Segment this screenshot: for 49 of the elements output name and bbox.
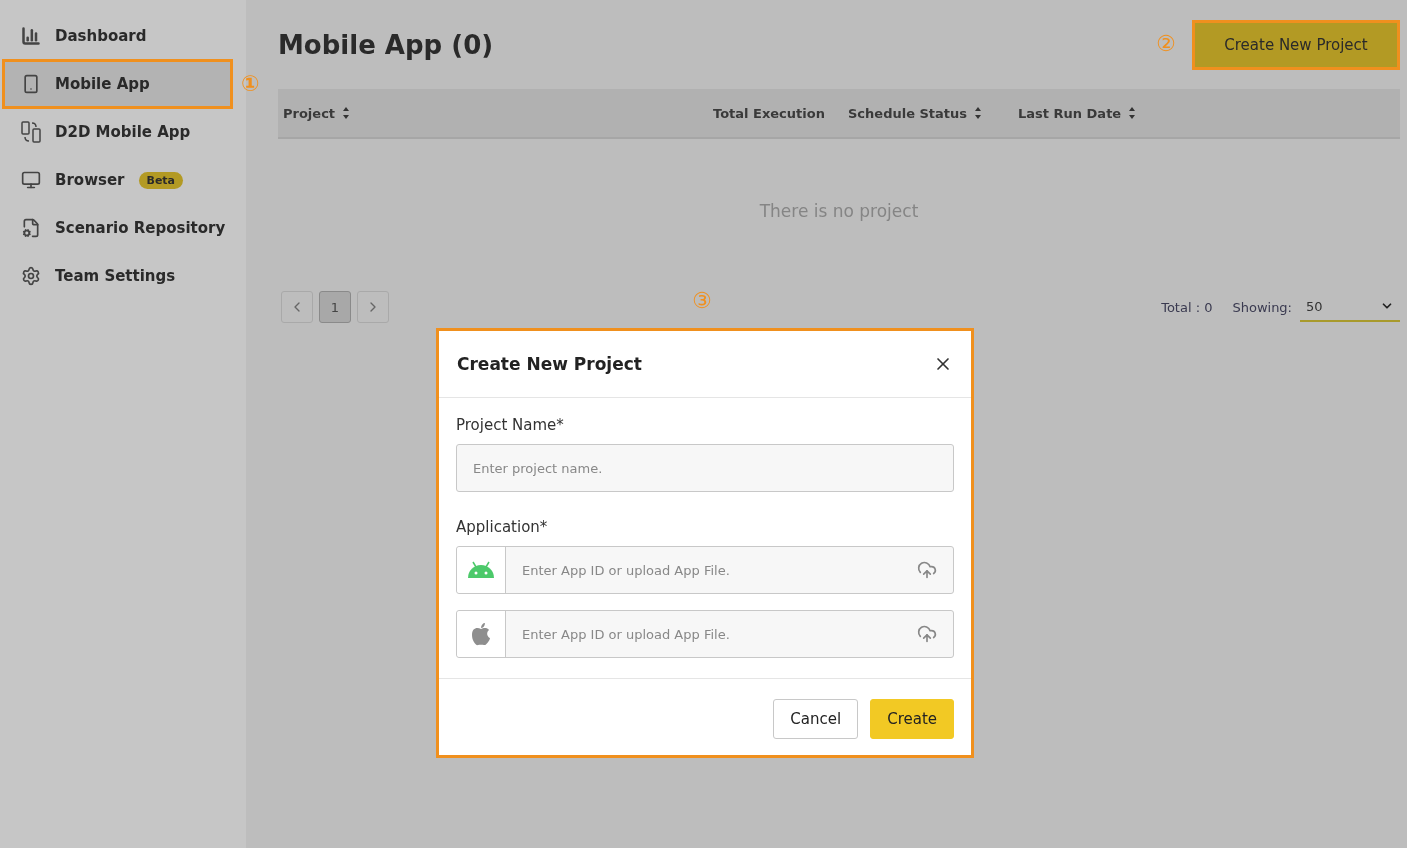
empty-message: There is no project: [758, 201, 920, 221]
sidebar-item[interactable]: Browser Beta: [3, 156, 232, 204]
column-header[interactable]: Total Execution: [713, 105, 825, 121]
sidebar-item-label: D2D Mobile App: [55, 123, 191, 141]
page-button[interactable]: 1: [319, 291, 351, 323]
monitor-icon: [21, 170, 41, 190]
sidebar-item-label: Dashboard: [55, 27, 147, 45]
annotation-marker: ②: [1156, 33, 1176, 55]
beta-badge: Beta: [138, 171, 184, 189]
app-file-field[interactable]: Enter App ID or upload App File.: [456, 610, 954, 658]
showing-label: Showing:: [1232, 299, 1292, 315]
sort-icon[interactable]: [1129, 107, 1136, 119]
sidebar-item-label: Team Settings: [55, 267, 176, 285]
annotation-marker: ①: [241, 73, 260, 95]
phone-icon: [21, 74, 41, 94]
create-button[interactable]: Create: [870, 699, 954, 739]
page-title: Mobile App (0): [278, 30, 494, 60]
settings-icon: [21, 266, 41, 286]
sidebar-item-label: Browser: [55, 171, 125, 189]
sidebar-item[interactable]: D2D Mobile App: [3, 108, 232, 156]
total-count: Total : 0: [1161, 299, 1213, 315]
cancel-button[interactable]: Cancel: [773, 699, 859, 739]
app-file-field[interactable]: Enter App ID or upload App File.: [456, 546, 954, 594]
sidebar-item[interactable]: Dashboard: [3, 12, 232, 60]
dialog-title: Create New Project: [457, 354, 642, 374]
app-id-field[interactable]: Enter App ID or upload App File.: [506, 562, 917, 578]
apple-icon: [471, 622, 491, 646]
column-header[interactable]: Project: [283, 105, 336, 121]
field-label: Project Name*: [456, 416, 565, 434]
two-phones-icon: [21, 121, 41, 143]
sort-icon[interactable]: [343, 107, 350, 119]
sort-icon[interactable]: [975, 107, 982, 119]
sidebar-item-label: Scenario Repository: [55, 219, 226, 237]
sidebar-item[interactable]: Scenario Repository: [3, 204, 232, 252]
android-icon: [467, 561, 495, 579]
cloud-upload-icon[interactable]: [917, 624, 937, 644]
sidebar-item-label: Mobile App: [55, 75, 150, 93]
page-size-select[interactable]: 50: [1300, 292, 1400, 322]
bar-chart-icon: [21, 26, 41, 46]
annotation-marker: ③: [692, 290, 712, 312]
app-id-field[interactable]: Enter App ID or upload App File.: [506, 626, 917, 642]
column-header[interactable]: Schedule Status: [848, 105, 968, 121]
document-gear-icon: [21, 218, 41, 238]
sidebar-item[interactable]: Team Settings: [3, 252, 232, 300]
create-project-button[interactable]: Create New Project: [1192, 20, 1400, 70]
column-header[interactable]: Last Run Date: [1018, 105, 1122, 121]
field-label: Application*: [456, 518, 549, 536]
project-name-field[interactable]: Enter project name.: [456, 444, 954, 492]
cloud-upload-icon[interactable]: [917, 560, 937, 580]
